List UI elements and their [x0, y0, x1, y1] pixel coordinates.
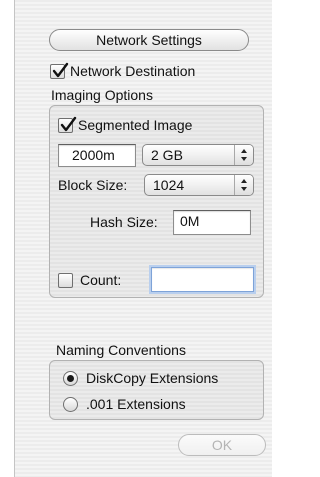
001-extensions-label: .001 Extensions [86, 396, 186, 412]
checkmark-icon [52, 62, 69, 78]
hash-size-value: 0M [180, 213, 200, 229]
segmented-image-label: Segmented Image [78, 117, 193, 133]
block-size-selected: 1024 [153, 177, 185, 193]
naming-conventions-group: DiskCopy Extensions .001 Extensions [49, 360, 264, 420]
segment-size-popup[interactable]: 2 GB [142, 144, 254, 166]
segmented-image-checkbox[interactable] [58, 116, 77, 133]
checkmark-icon [60, 116, 77, 132]
imaging-options-group: Segmented Image 2000m 2 GB Block Size: 1… [49, 105, 264, 298]
network-destination-label: Network Destination [70, 63, 196, 79]
block-size-popup[interactable]: 1024 [144, 174, 254, 196]
segment-count-field[interactable]: 2000m [58, 144, 136, 167]
imaging-options-title: Imaging Options [51, 87, 153, 103]
settings-panel: Network Settings Network Destination Ima… [14, 0, 272, 477]
001-extensions-radio[interactable] [63, 397, 78, 412]
diskcopy-extensions-label: DiskCopy Extensions [86, 370, 219, 386]
count-label: Count: [80, 272, 122, 288]
network-settings-label: Network Settings [96, 32, 202, 48]
diskcopy-extensions-radio[interactable] [63, 371, 78, 386]
updown-arrows-icon [234, 175, 253, 195]
count-checkbox[interactable] [58, 273, 73, 288]
network-settings-button[interactable]: Network Settings [49, 29, 249, 51]
updown-arrows-icon [234, 145, 253, 165]
ok-button[interactable]: OK [178, 434, 266, 456]
ok-label: OK [211, 437, 233, 453]
radio-dot-icon [67, 375, 74, 382]
segment-count-value: 2000m [72, 147, 115, 163]
count-field[interactable] [151, 267, 254, 292]
segment-size-selected: 2 GB [151, 147, 183, 163]
block-size-label: Block Size: [58, 177, 128, 193]
naming-conventions-title: Naming Conventions [56, 342, 186, 358]
network-destination-checkbox[interactable] [50, 62, 69, 79]
hash-size-field[interactable]: 0M [173, 210, 251, 235]
hash-size-label: Hash Size: [90, 214, 158, 230]
